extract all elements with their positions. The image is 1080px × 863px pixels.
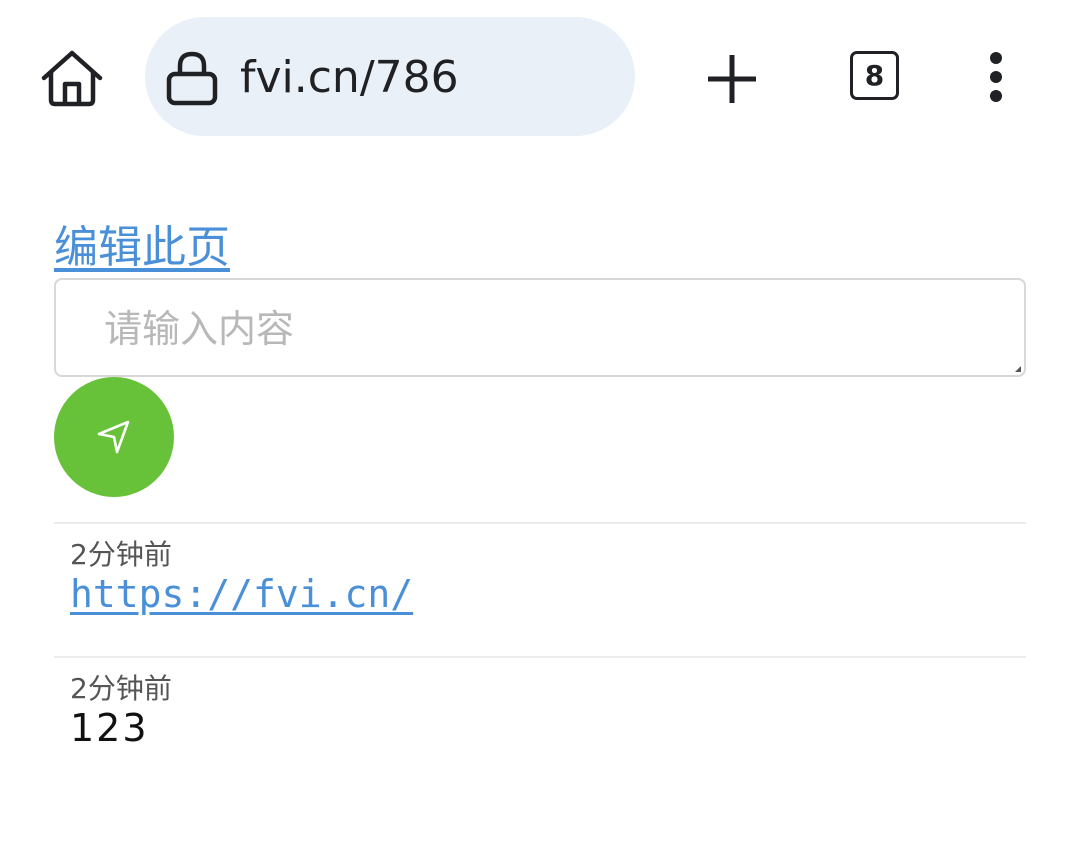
url-text: fvi.cn/786 bbox=[240, 52, 459, 103]
send-arrow-icon bbox=[97, 420, 130, 454]
content-textarea[interactable]: 请输入内容 bbox=[54, 278, 1026, 377]
home-icon bbox=[41, 50, 103, 107]
entry-timestamp: 2分钟前 bbox=[70, 538, 172, 571]
textarea-placeholder: 请输入内容 bbox=[104, 307, 295, 351]
list-item: 2分钟前 123 bbox=[54, 656, 1026, 790]
browser-toolbar: fvi.cn/786 8 bbox=[0, 0, 1080, 155]
home-button[interactable] bbox=[38, 46, 106, 110]
more-vert-icon bbox=[990, 52, 1002, 102]
tab-switcher-button[interactable]: 8 bbox=[850, 51, 899, 100]
edit-page-link[interactable]: 编辑此页 bbox=[54, 220, 230, 276]
lock-icon bbox=[166, 51, 218, 106]
new-tab-button[interactable] bbox=[703, 50, 761, 108]
entry-timestamp: 2分钟前 bbox=[70, 672, 172, 705]
entry-link[interactable]: https://fvi.cn/ bbox=[70, 572, 413, 616]
entry-text: 123 bbox=[70, 706, 149, 750]
resize-handle-icon[interactable] bbox=[1015, 366, 1021, 372]
more-menu-button[interactable] bbox=[978, 50, 1014, 106]
plus-icon bbox=[708, 55, 756, 103]
address-bar[interactable]: fvi.cn/786 bbox=[145, 17, 635, 136]
list-item: 2分钟前 https://fvi.cn/ bbox=[54, 522, 1026, 656]
tab-count: 8 bbox=[864, 59, 885, 92]
send-button[interactable] bbox=[54, 377, 174, 497]
